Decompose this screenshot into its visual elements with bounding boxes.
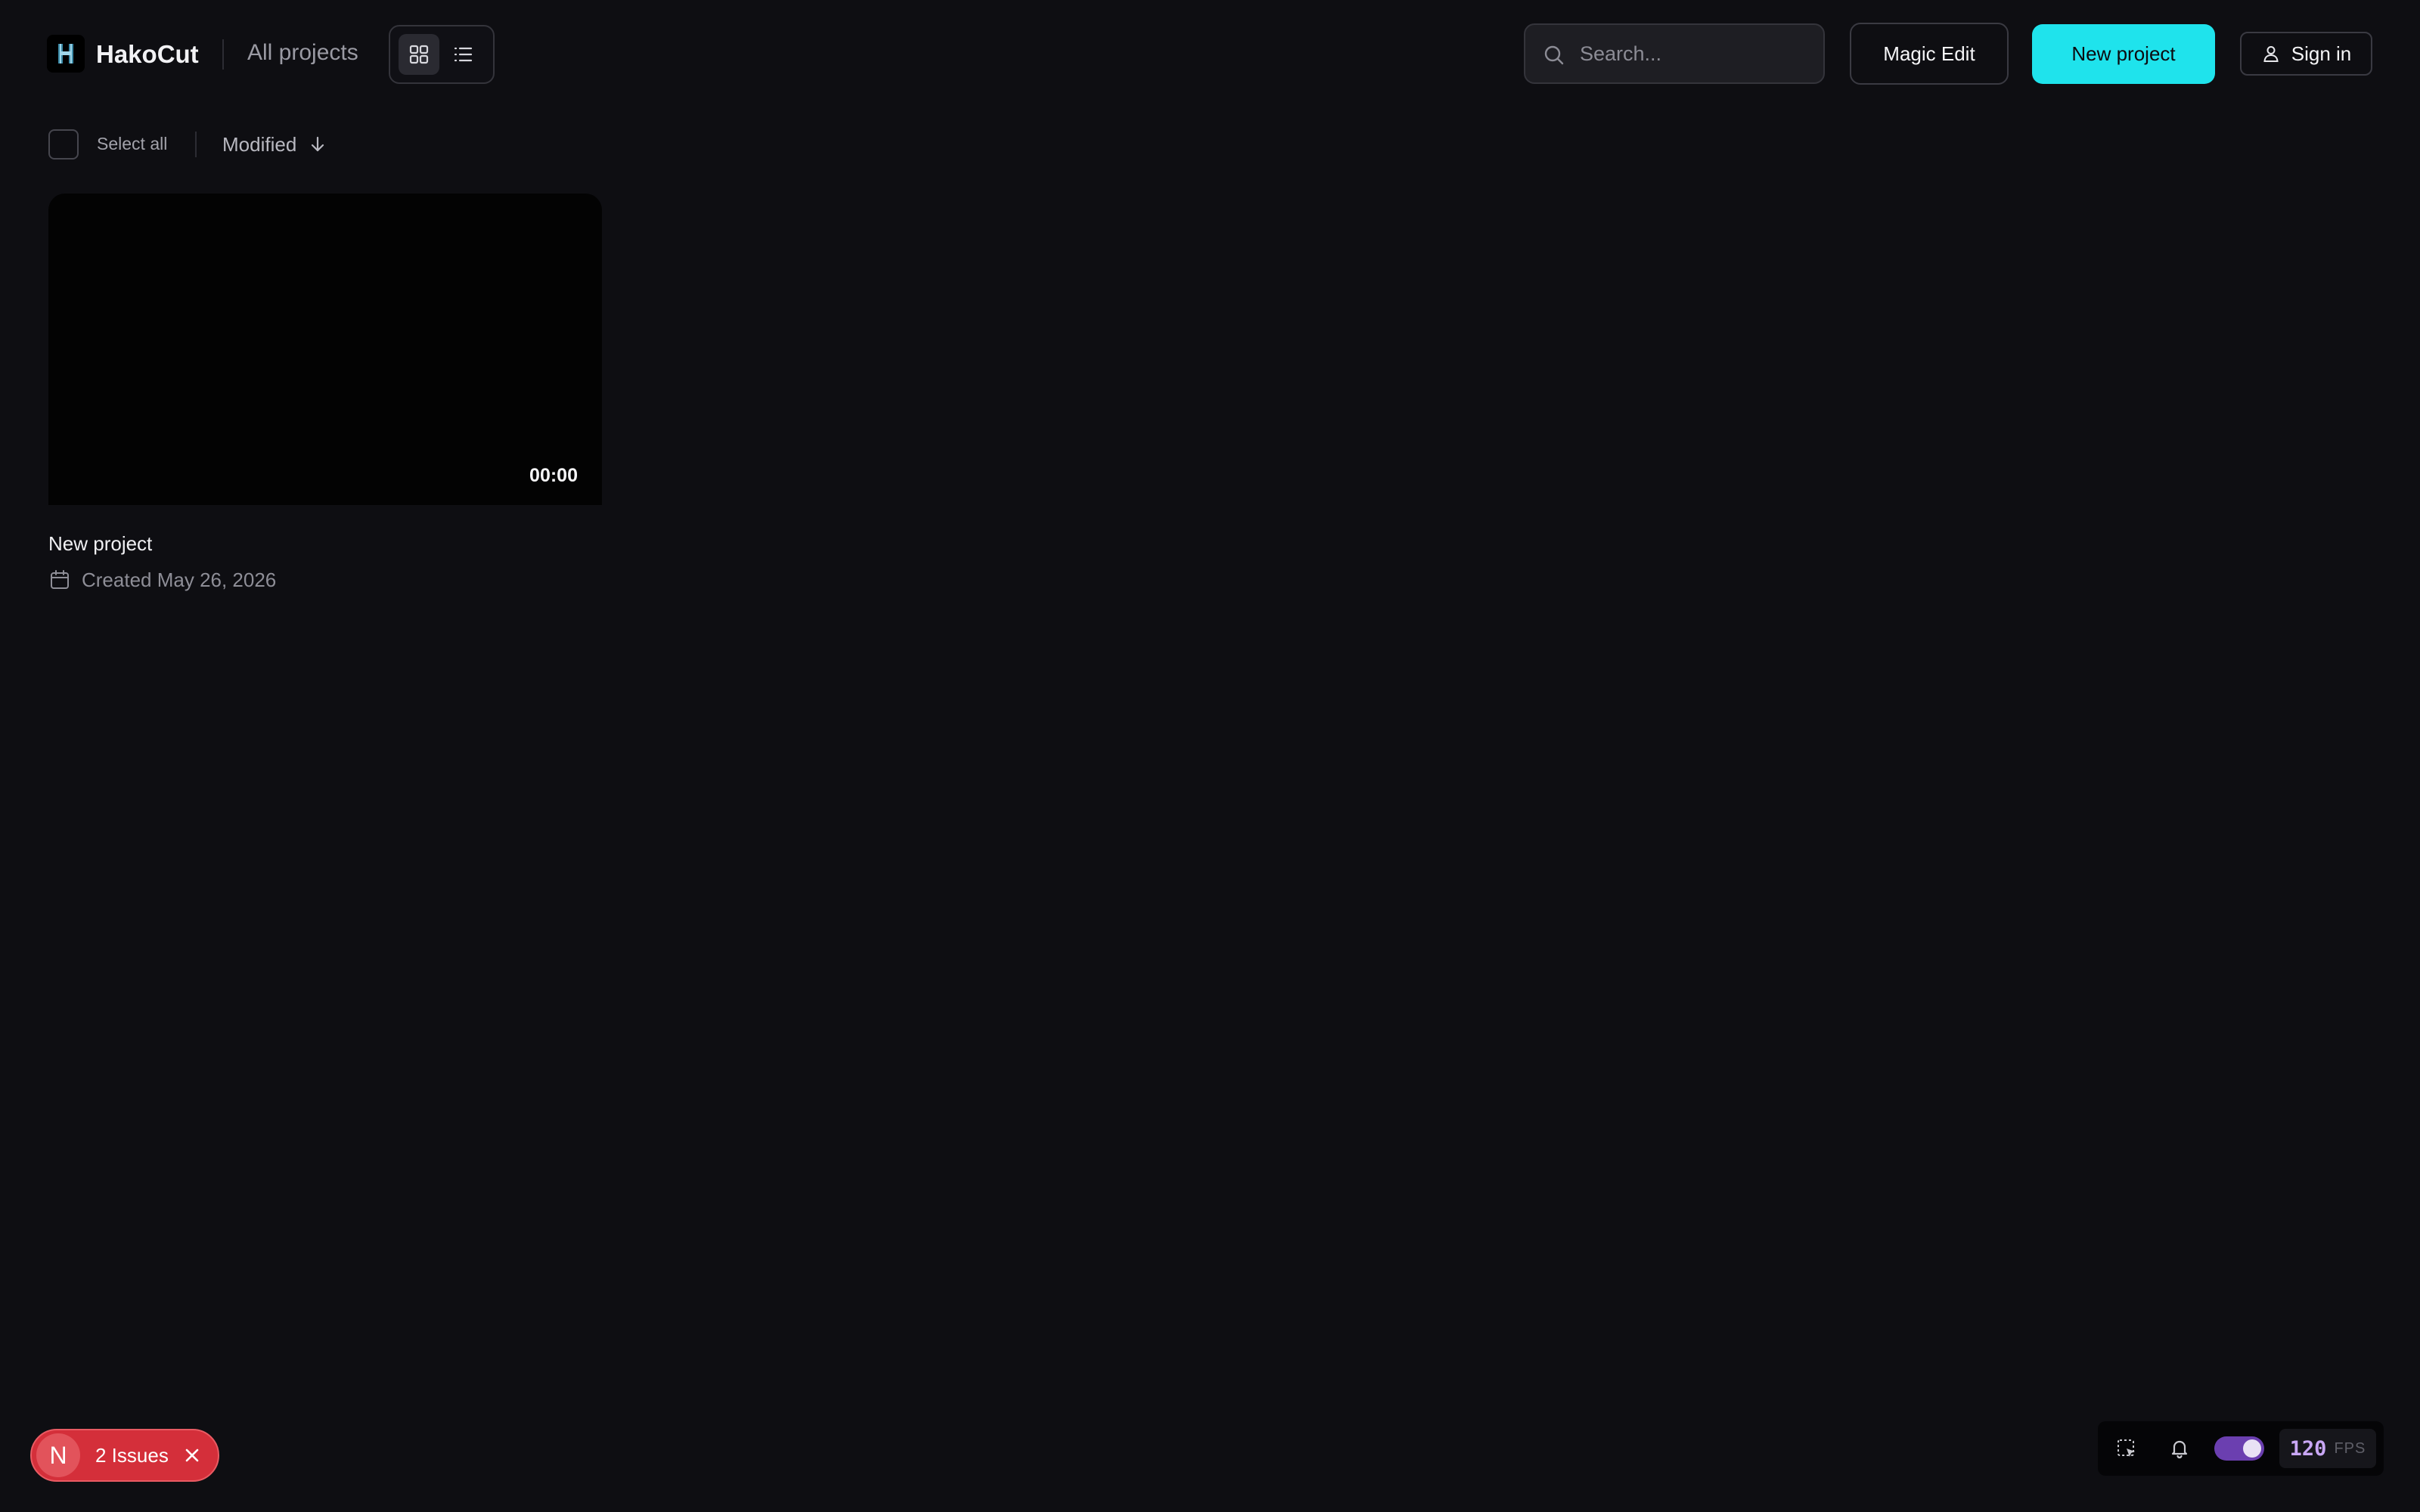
project-meta: Created May 26, 2026 (48, 567, 276, 593)
fps-counter: 120 FPS (2279, 1429, 2376, 1468)
toggle-knob (2243, 1439, 2261, 1458)
magic-edit-button[interactable]: Magic Edit (1850, 23, 2009, 85)
top-header: HakoCut All projects Search... Magic Edi… (0, 0, 2420, 107)
project-created-date: Created May 26, 2026 (82, 569, 277, 591)
project-thumbnail[interactable]: 00:00 (48, 194, 602, 505)
sort-button[interactable]: Modified (222, 129, 327, 160)
sign-in-label: Sign in (2291, 42, 2352, 65)
grid-icon (409, 45, 429, 64)
project-title[interactable]: New project (48, 531, 152, 556)
dev-toggle-switch[interactable] (2214, 1436, 2264, 1461)
sign-in-button[interactable]: Sign in (2240, 32, 2372, 76)
bell-icon[interactable] (2166, 1435, 2193, 1462)
select-all-label[interactable]: Select all (97, 132, 167, 156)
select-all-checkbox[interactable] (48, 129, 79, 160)
view-mode-toggle (389, 25, 495, 84)
breadcrumb: All projects (247, 40, 358, 65)
app-name[interactable]: HakoCut (96, 38, 199, 71)
list-view-button[interactable] (442, 34, 483, 75)
user-icon (2263, 46, 2279, 62)
project-card[interactable]: 00:00 New project Created May 26, 2026 (48, 194, 602, 591)
header-divider (222, 39, 224, 70)
toolbar-divider (195, 132, 197, 157)
dev-toolbar: 120 FPS (2098, 1421, 2384, 1476)
project-duration: 00:00 (529, 465, 578, 486)
close-icon[interactable] (182, 1445, 202, 1465)
fps-value: 120 (2289, 1436, 2327, 1461)
list-icon (454, 47, 473, 62)
search-icon (1542, 43, 1566, 67)
arrow-down-icon (312, 136, 324, 152)
sort-label: Modified (222, 132, 297, 156)
fps-unit: FPS (2334, 1439, 2366, 1457)
select-tool-icon[interactable] (2113, 1435, 2140, 1462)
calendar-icon (51, 570, 69, 589)
search-input[interactable] (1578, 25, 1813, 82)
issues-avatar: N (36, 1433, 80, 1477)
search-box (1524, 23, 1825, 84)
issues-badge[interactable]: N 2 Issues (30, 1429, 219, 1482)
hakocut-logo-icon[interactable] (47, 35, 85, 73)
issues-label: 2 Issues (95, 1443, 169, 1467)
new-project-button[interactable]: New project (2032, 24, 2215, 84)
grid-view-button[interactable] (399, 34, 439, 75)
